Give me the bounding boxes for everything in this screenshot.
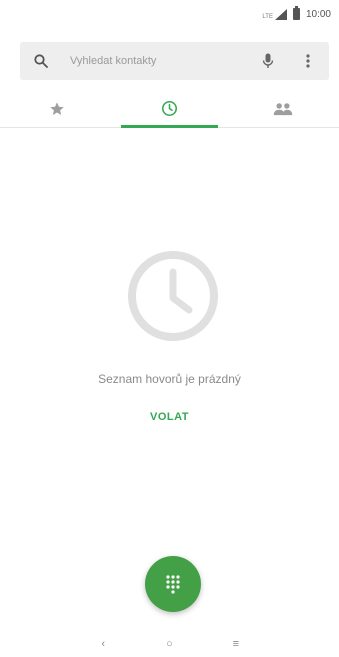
back-button[interactable]: ‹ xyxy=(88,638,118,650)
tab-contacts[interactable] xyxy=(226,90,339,127)
search-input[interactable] xyxy=(70,55,257,67)
star-icon xyxy=(49,101,64,115)
tab-favorites[interactable] xyxy=(0,90,113,127)
battery-icon xyxy=(292,6,300,20)
empty-call-log-message: Seznam hovorů je prázdný xyxy=(98,372,241,386)
signal-icon: LTE xyxy=(262,8,287,20)
call-button[interactable]: VOLAT xyxy=(0,411,339,423)
tab-recents[interactable] xyxy=(113,90,226,128)
network-type: LTE xyxy=(262,13,273,20)
home-button[interactable]: ○ xyxy=(154,638,184,650)
dialpad-button[interactable] xyxy=(145,556,201,612)
dialpad-icon xyxy=(166,575,180,594)
mic-icon[interactable] xyxy=(257,53,279,69)
more-options-icon[interactable] xyxy=(297,54,319,68)
tab-bar xyxy=(0,90,339,128)
status-time: 10:00 xyxy=(305,8,331,20)
navigation-bar: ‹ ○ ≡ xyxy=(0,630,339,657)
contacts-icon xyxy=(273,102,292,115)
search-bar[interactable] xyxy=(20,42,329,80)
search-icon[interactable] xyxy=(30,54,52,68)
recents-button[interactable]: ≡ xyxy=(221,638,251,650)
clock-icon xyxy=(161,100,178,117)
phone-screen: LTE 10:00 Vyhledat kontakty Seznam hovor… xyxy=(0,0,339,657)
empty-call-log-clock-icon xyxy=(128,251,218,341)
status-bar: LTE 10:00 xyxy=(0,0,339,28)
